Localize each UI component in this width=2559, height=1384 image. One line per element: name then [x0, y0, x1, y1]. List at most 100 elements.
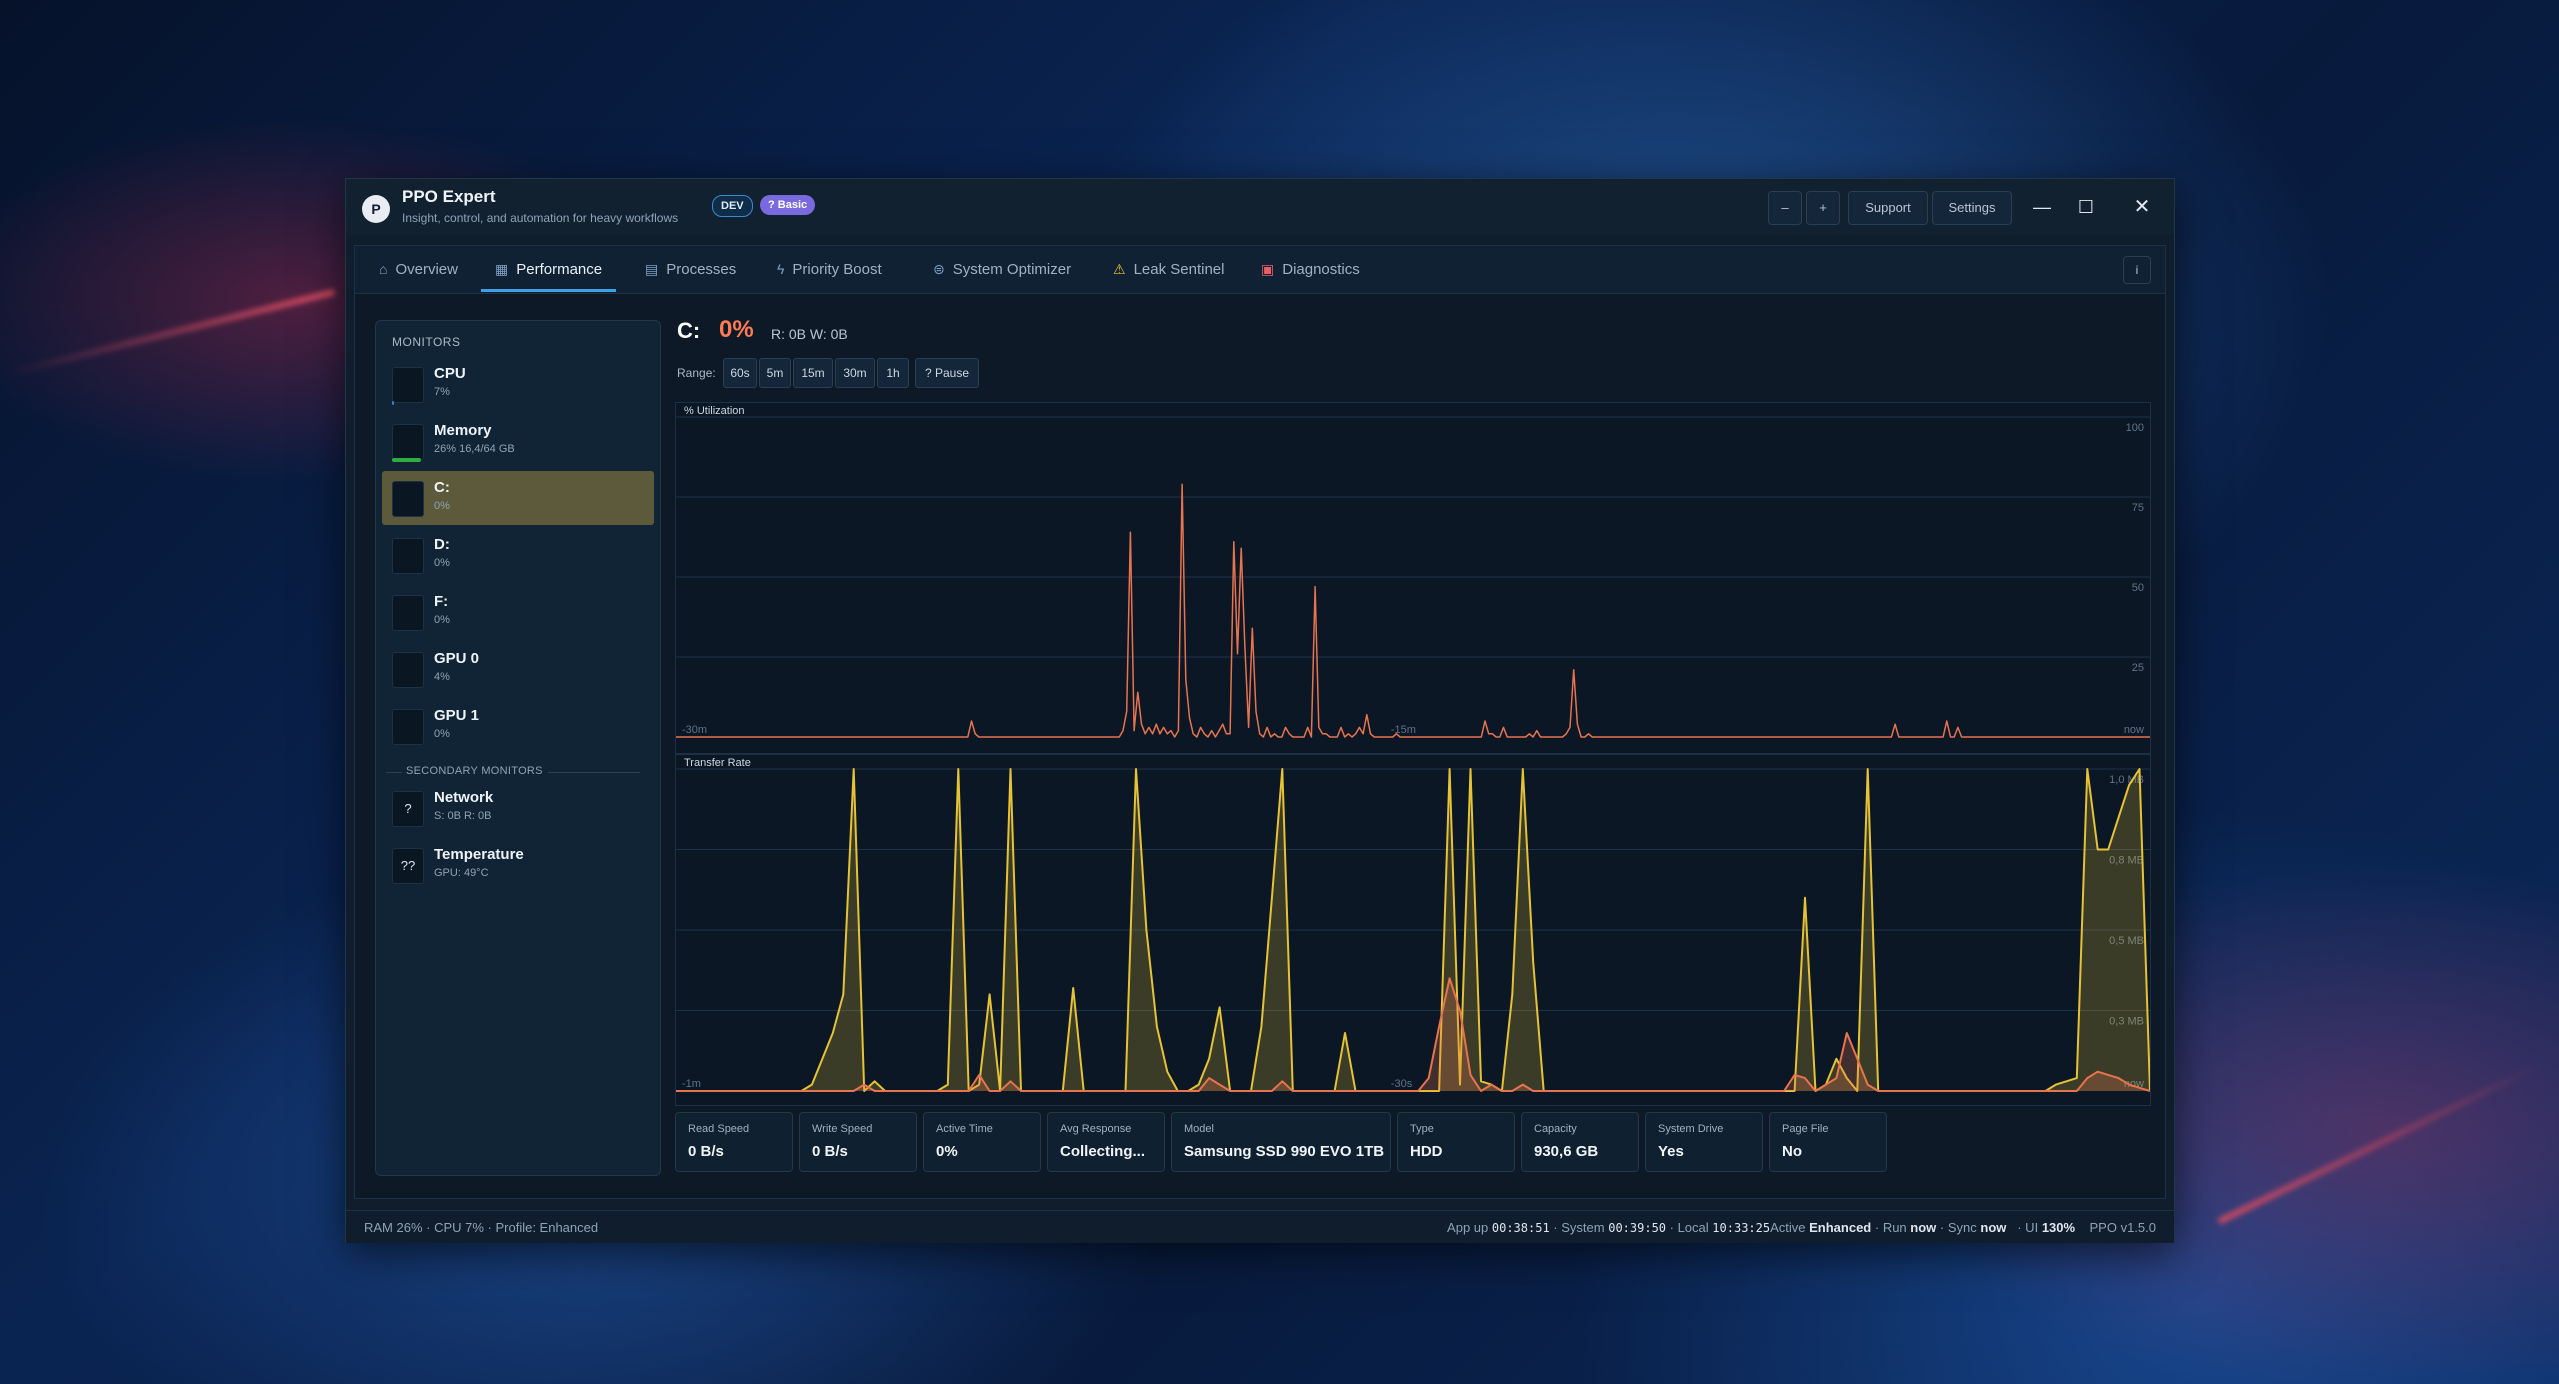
maximize-icon[interactable]: ☐ [2070, 191, 2102, 223]
stat-card-active-time: Active Time 0% [923, 1112, 1041, 1172]
document-icon: ▤ [645, 261, 659, 277]
monitor-item-cpu[interactable]: CPU 7% [382, 357, 654, 411]
pause-button[interactable]: ? Pause [915, 358, 979, 388]
monitor-name: GPU 0 [434, 650, 480, 667]
tab-label: System Optimizer [952, 261, 1072, 278]
chart-svg: 1,0 MB0,8 MB0,5 MB0,3 MB-1m -30s now [676, 768, 2150, 1092]
monitor-name: GPU 1 [434, 707, 480, 724]
app-window: P PPO Expert Insight, control, and autom… [345, 178, 2175, 1243]
monitor-name: CPU [434, 365, 466, 382]
tab-overview[interactable]: ⌂ Overview [365, 246, 472, 292]
sync-label: · Sync [1939, 1220, 1977, 1235]
stat-label: Capacity [1534, 1123, 1577, 1135]
app-logo: P [362, 195, 390, 223]
secondary-monitors-heading: SECONDARY MONITORS [406, 765, 543, 777]
tab-label: Processes [666, 261, 737, 278]
stat-card-system-drive: System Drive Yes [1645, 1112, 1763, 1172]
y-tick-label: 25 [2132, 662, 2144, 674]
zoom-out-button[interactable]: – [1768, 191, 1802, 225]
tab-diagnostics[interactable]: ▣ Diagnostics [1247, 246, 1374, 292]
info-button[interactable]: i [2123, 256, 2151, 284]
drive-title: C: [677, 318, 701, 343]
tab-label: Overview [395, 261, 458, 278]
wallpaper-streak-left [4, 288, 336, 378]
stat-value: Collecting... [1060, 1143, 1146, 1160]
run-status: now [1910, 1220, 1937, 1235]
monitor-thumbnail [392, 538, 424, 574]
drive-detail: C: 0% R: 0B W: 0B Range: 60s 5m 15m 30m … [675, 314, 2151, 1174]
monitor-item-network[interactable]: ? Network S: 0B R: 0B [382, 781, 654, 835]
support-button[interactable]: Support [1848, 191, 1928, 225]
tab-priority-boost[interactable]: ϟ Priority Boost [763, 246, 896, 292]
minimize-icon[interactable]: — [2026, 191, 2058, 223]
app-uptime: 00:38:51 [1491, 1221, 1550, 1235]
range-15m-button[interactable]: 15m [793, 358, 833, 388]
chart-icon: ▦ [495, 261, 509, 277]
ui-scale-label: · UI [2017, 1220, 2039, 1235]
tab-leak-sentinel[interactable]: ⚠ Leak Sentinel [1099, 246, 1238, 292]
active-profile: Enhanced [1809, 1220, 1872, 1235]
stat-label: Type [1410, 1123, 1434, 1135]
monitor-value: 0% [434, 614, 450, 626]
app-subtitle: Insight, control, and automation for hea… [402, 211, 679, 225]
stat-label: Write Speed [812, 1123, 873, 1135]
local-label: · Local [1669, 1220, 1709, 1235]
transfer-rate-chart: 1,0 MB 0,8 MB 0,5 MB 0,3 MB -1m -30s now Trans… [675, 754, 2151, 1106]
divider [548, 772, 640, 773]
network-icon: ? [392, 791, 424, 827]
plan-badge[interactable]: ? Basic [760, 195, 816, 215]
monitor-thumbnail [392, 367, 424, 403]
y-tick-label: 100 [2126, 422, 2144, 434]
monitor-sidebar: MONITORS CPU 7% Memory 26% 16,4/64 GB C:… [375, 320, 661, 1176]
monitor-item-d-drive[interactable]: D: 0% [382, 528, 654, 582]
zoom-in-button[interactable]: + [1806, 191, 1840, 225]
monitor-value: 0% [434, 557, 450, 569]
sync-status: now [1980, 1220, 2007, 1235]
stat-card-capacity: Capacity 930,6 GB [1521, 1112, 1639, 1172]
title-bar[interactable]: P PPO Expert Insight, control, and autom… [346, 179, 2174, 235]
utilization-chart: 100 75 50 25 -30m -15m now % Utilization [675, 402, 2151, 754]
monitor-item-gpu-0[interactable]: GPU 0 4% [382, 642, 654, 696]
app-title: PPO Expert [402, 187, 496, 206]
performance-panel: MONITORS CPU 7% Memory 26% 16,4/64 GB C:… [354, 293, 2166, 1199]
settings-button[interactable]: Settings [1932, 191, 2012, 225]
series-line-0 [676, 483, 2150, 738]
series-area-write [676, 978, 2150, 1091]
tab-label: Leak Sentinel [1133, 261, 1225, 278]
stat-label: Active Time [936, 1123, 993, 1135]
y-tick-label: 50 [2132, 582, 2144, 594]
stat-card-avg-response: Avg Response Collecting... [1047, 1112, 1165, 1172]
stat-value: Yes [1658, 1143, 1684, 1160]
stat-label: Read Speed [688, 1123, 750, 1135]
stat-label: Page File [1782, 1123, 1829, 1135]
tab-processes[interactable]: ▤ Processes [631, 246, 750, 292]
monitor-name: D: [434, 536, 450, 553]
stat-value: HDD [1410, 1143, 1443, 1160]
range-5m-button[interactable]: 5m [759, 358, 791, 388]
monitor-bar [392, 401, 394, 405]
stat-label: System Drive [1658, 1123, 1724, 1135]
monitor-item-f-drive[interactable]: F: 0% [382, 585, 654, 639]
status-summary: RAM 26% · CPU 7% · Profile: Enhanced [364, 1220, 599, 1235]
stat-card-model: Model Samsung SSD 990 EVO 1TB [1171, 1112, 1391, 1172]
app-up-label: App up [1447, 1220, 1489, 1235]
monitor-name: F: [434, 593, 449, 610]
monitor-value: GPU: 49°C [434, 867, 489, 879]
series-line-write [676, 977, 2150, 1092]
monitor-item-temperature[interactable]: ?? Temperature GPU: 49°C [382, 838, 654, 892]
range-60s-button[interactable]: 60s [723, 358, 757, 388]
tab-system-optimizer[interactable]: ⊜ System Optimizer [919, 246, 1085, 292]
close-icon[interactable]: ✕ [2126, 191, 2158, 223]
bolt-icon: ϟ [777, 261, 785, 277]
range-1h-button[interactable]: 1h [877, 358, 909, 388]
x-tick-label: now [2124, 724, 2144, 736]
monitor-item-memory[interactable]: Memory 26% 16,4/64 GB [382, 414, 654, 468]
monitor-item-gpu-1[interactable]: GPU 1 0% [382, 699, 654, 753]
monitor-name: Network [434, 789, 494, 806]
stat-card-type: Type HDD [1397, 1112, 1515, 1172]
range-30m-button[interactable]: 30m [835, 358, 875, 388]
wallpaper-streak-right [2216, 1061, 2544, 1225]
monitor-item-c-drive[interactable]: C: 0% [382, 471, 654, 525]
y-tick-label: 75 [2132, 502, 2144, 514]
tab-performance[interactable]: ▦ Performance [481, 246, 617, 292]
